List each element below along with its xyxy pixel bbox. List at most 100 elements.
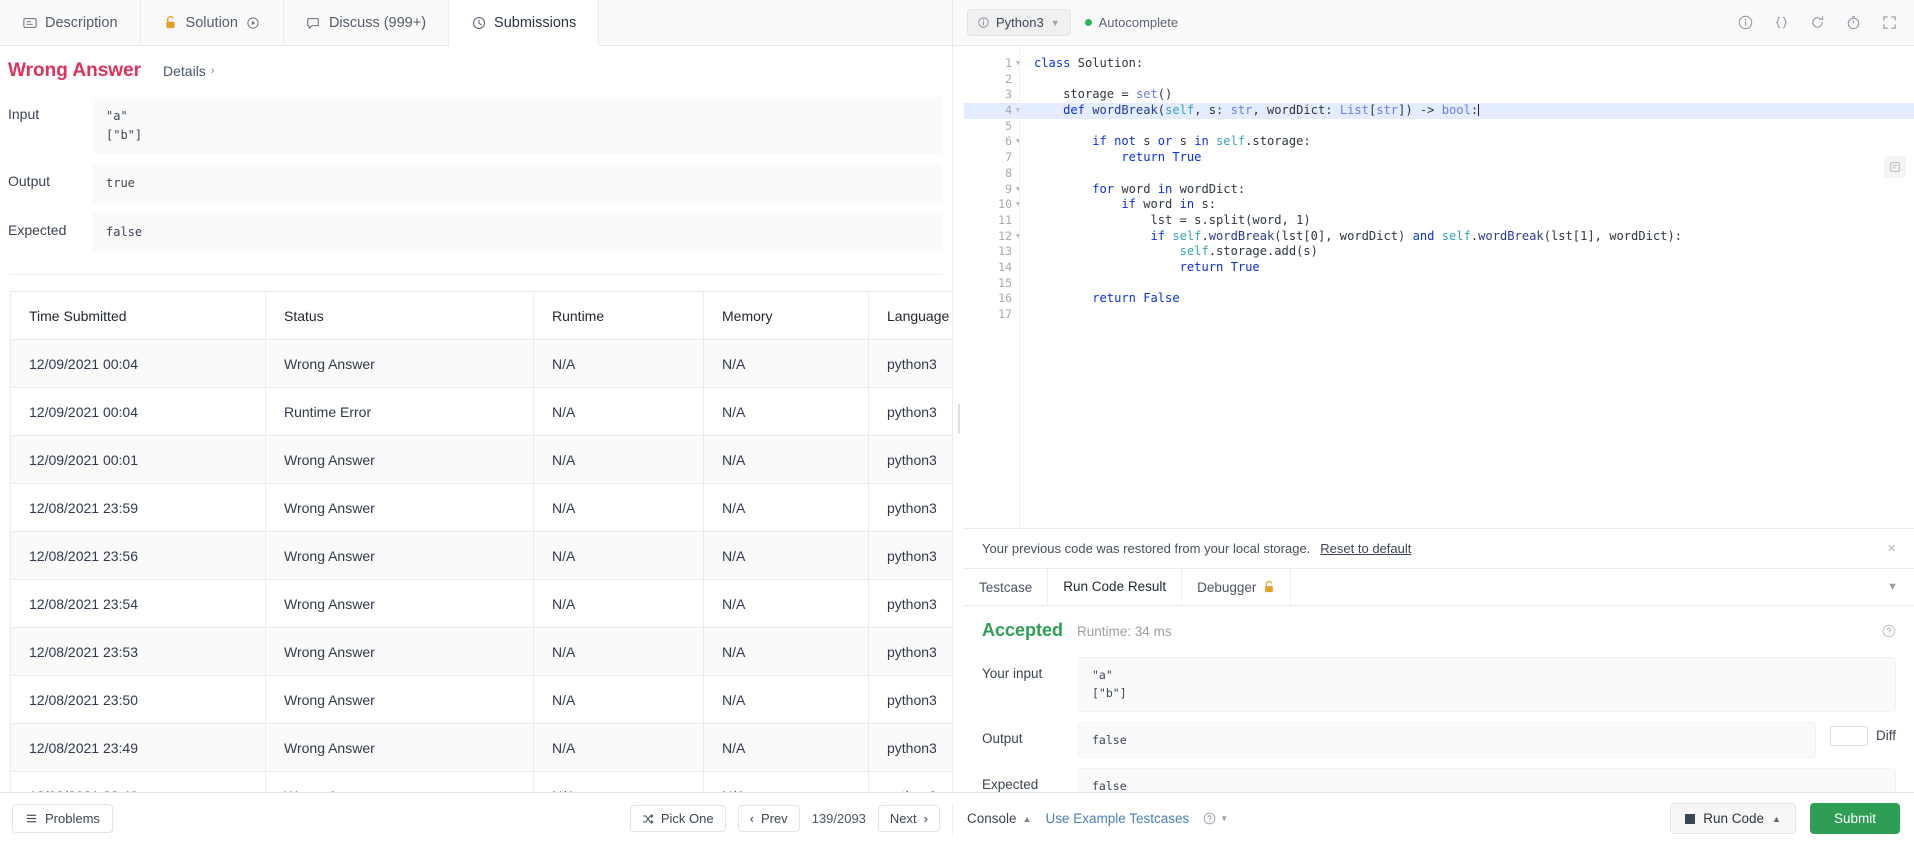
col-runtime: Runtime bbox=[533, 291, 704, 341]
submission-status[interactable]: Wrong Answer bbox=[265, 435, 534, 485]
tab-label: Submissions bbox=[494, 14, 577, 31]
your-input-value[interactable]: "a" ["b"] bbox=[1078, 657, 1896, 712]
submission-runtime: N/A bbox=[533, 339, 704, 389]
autocomplete-label: Autocomplete bbox=[1098, 15, 1179, 30]
pick-one-label: Pick One bbox=[660, 811, 714, 826]
text-cursor bbox=[1478, 104, 1480, 117]
run-code-button[interactable]: Run Code ▲ bbox=[1670, 803, 1796, 834]
submission-status[interactable]: Wrong Answer bbox=[265, 531, 534, 581]
submission-status[interactable]: Wrong Answer bbox=[265, 579, 534, 629]
submission-memory: N/A bbox=[703, 627, 869, 677]
submission-memory: N/A bbox=[703, 531, 869, 581]
submission-status[interactable]: Wrong Answer bbox=[265, 339, 534, 389]
submission-status[interactable]: Wrong Answer bbox=[265, 771, 534, 792]
problems-label: Problems bbox=[45, 811, 100, 826]
submission-status[interactable]: Wrong Answer bbox=[265, 675, 534, 725]
code-line: lst = s.split(word, 1) bbox=[1034, 212, 1311, 227]
description-icon bbox=[22, 15, 37, 30]
help-button[interactable]: ▼ bbox=[1203, 812, 1228, 825]
submission-memory: N/A bbox=[703, 339, 869, 389]
input-row: Input "a" ["b"] bbox=[0, 92, 952, 159]
tabs-filler bbox=[599, 0, 952, 45]
submit-button[interactable]: Submit bbox=[1809, 803, 1900, 834]
table-row[interactable]: 12/08/2021 23:54 Wrong Answer N/A N/A python… bbox=[10, 579, 952, 629]
console-button[interactable]: Console ▲ bbox=[967, 811, 1031, 826]
table-row[interactable]: 12/09/2021 00:01 Wrong Answer N/A N/A python… bbox=[10, 435, 952, 485]
fullscreen-icon[interactable] bbox=[1878, 12, 1900, 34]
autocomplete-toggle[interactable]: Autocomplete bbox=[1084, 15, 1179, 30]
code-line: return False bbox=[1092, 291, 1180, 306]
tab-submissions[interactable]: Submissions bbox=[449, 0, 600, 46]
tab-solution[interactable]: Solution bbox=[141, 0, 284, 45]
submission-status[interactable]: Wrong Answer bbox=[265, 627, 534, 677]
diff-toggle[interactable] bbox=[1829, 725, 1868, 746]
pager: Pick One ‹ Prev 139/2093 Next › bbox=[629, 805, 940, 832]
input-value: "a" ["b"] bbox=[92, 97, 942, 155]
collapse-panel-button[interactable]: ▼ bbox=[1871, 569, 1914, 605]
submission-runtime: N/A bbox=[533, 579, 704, 629]
table-row[interactable]: 12/08/2021 23:49Wrong AnswerN/AN/Apython… bbox=[10, 771, 952, 792]
close-icon[interactable]: × bbox=[1887, 540, 1896, 557]
language-select[interactable]: Python3 ▼ bbox=[967, 9, 1071, 36]
code-editor[interactable]: 1 ▼ 2 3 4 ▼ 5 6 ▼ 7 8 9 ▼ 10 ▼ 11 12 ▼ 13 14 15 16 17 class So… bbox=[964, 46, 1914, 528]
chevron-right-icon: › bbox=[210, 65, 215, 77]
table-row[interactable]: 12/08/2021 23:49Wrong AnswerN/AN/Apython… bbox=[10, 723, 952, 773]
table-row[interactable]: 12/09/2021 00:04 Wrong Answer N/A N/A python… bbox=[10, 339, 952, 389]
tab-debugger[interactable]: Debugger bbox=[1182, 569, 1292, 605]
braces-icon[interactable] bbox=[1770, 12, 1792, 34]
restore-notice: Your previous code was restored from you… bbox=[964, 528, 1914, 568]
code-line: return True bbox=[1121, 150, 1202, 165]
help-circle-icon[interactable] bbox=[1882, 624, 1896, 638]
chevron-right-icon: › bbox=[923, 811, 928, 826]
submission-language: python3 bbox=[868, 483, 952, 533]
submission-memory: N/A bbox=[703, 435, 869, 485]
line-number: 7 bbox=[1005, 150, 1012, 165]
submission-status[interactable]: Wrong Answer bbox=[265, 483, 534, 533]
submission-memory: N/A bbox=[703, 483, 869, 533]
editor-side-icons bbox=[1884, 156, 1906, 178]
table-row[interactable]: 12/09/2021 00:04 Runtime Error N/A N/A pytho… bbox=[10, 387, 952, 437]
result-output-row: Output false Diff bbox=[982, 721, 1896, 759]
bottom-bar: Problems Pick One ‹ Prev 139/2093 Next › bbox=[0, 792, 1914, 844]
line-number: 17 bbox=[998, 307, 1012, 321]
table-row[interactable]: 12/08/2021 23:50 Wrong Answer N/A N/A python… bbox=[10, 675, 952, 725]
result-tab-bar: Testcase Run Code Result Debugger ▼ bbox=[964, 568, 1914, 606]
info-icon[interactable] bbox=[1734, 12, 1756, 34]
tab-label: Testcase bbox=[979, 579, 1033, 595]
line-number: 2 bbox=[1005, 71, 1012, 86]
your-input-label: Your input bbox=[982, 666, 1043, 681]
prev-button[interactable]: ‹ Prev bbox=[737, 805, 800, 832]
next-button[interactable]: Next › bbox=[877, 805, 940, 832]
pick-one-button[interactable]: Pick One bbox=[629, 805, 726, 832]
reset-to-default-link[interactable]: Reset to default bbox=[1320, 541, 1411, 556]
tab-description[interactable]: Description bbox=[0, 0, 141, 45]
problem-tabs: Description Solution Discuss (999+) Subm… bbox=[0, 0, 952, 46]
table-row[interactable]: 12/08/2021 23:56 Wrong Answer N/A N/A python… bbox=[10, 531, 952, 581]
table-row[interactable]: 12/08/2021 23:53 Wrong Answer N/A N/A python… bbox=[10, 627, 952, 677]
submission-runtime: N/A bbox=[533, 675, 704, 725]
table-row[interactable]: 12/08/2021 23:59 Wrong Answer N/A N/A python… bbox=[10, 483, 952, 533]
tab-discuss[interactable]: Discuss (999+) bbox=[284, 0, 450, 45]
tab-testcase[interactable]: Testcase bbox=[964, 569, 1049, 605]
tab-label: Description bbox=[45, 14, 118, 31]
result-status: Accepted bbox=[982, 620, 1064, 640]
submission-language: python3 bbox=[868, 435, 952, 485]
reset-icon[interactable] bbox=[1806, 12, 1828, 34]
verdict-text: Wrong Answer bbox=[8, 60, 142, 81]
submissions-content: Wrong Answer Details › Input "a" ["b"] O… bbox=[0, 46, 952, 792]
details-link[interactable]: Details › bbox=[163, 63, 214, 79]
notes-icon[interactable] bbox=[1884, 156, 1906, 178]
submission-status[interactable]: Wrong Answer bbox=[265, 723, 534, 773]
pane-splitter[interactable] bbox=[952, 46, 964, 792]
submission-memory: N/A bbox=[703, 723, 869, 773]
restore-message: Your previous code was restored from you… bbox=[982, 541, 1311, 556]
submission-status[interactable]: Runtime Error bbox=[265, 387, 534, 437]
info-icon bbox=[978, 17, 989, 28]
code-content[interactable]: class Solution: storage = set() def word… bbox=[1020, 46, 1914, 528]
problems-button[interactable]: Problems bbox=[12, 804, 113, 833]
result-output-label: Output bbox=[982, 730, 1023, 746]
timer-icon[interactable] bbox=[1842, 12, 1864, 34]
use-example-testcases-link[interactable]: Use Example Testcases bbox=[1045, 811, 1189, 826]
tab-run-code-result[interactable]: Run Code Result bbox=[1048, 569, 1183, 605]
